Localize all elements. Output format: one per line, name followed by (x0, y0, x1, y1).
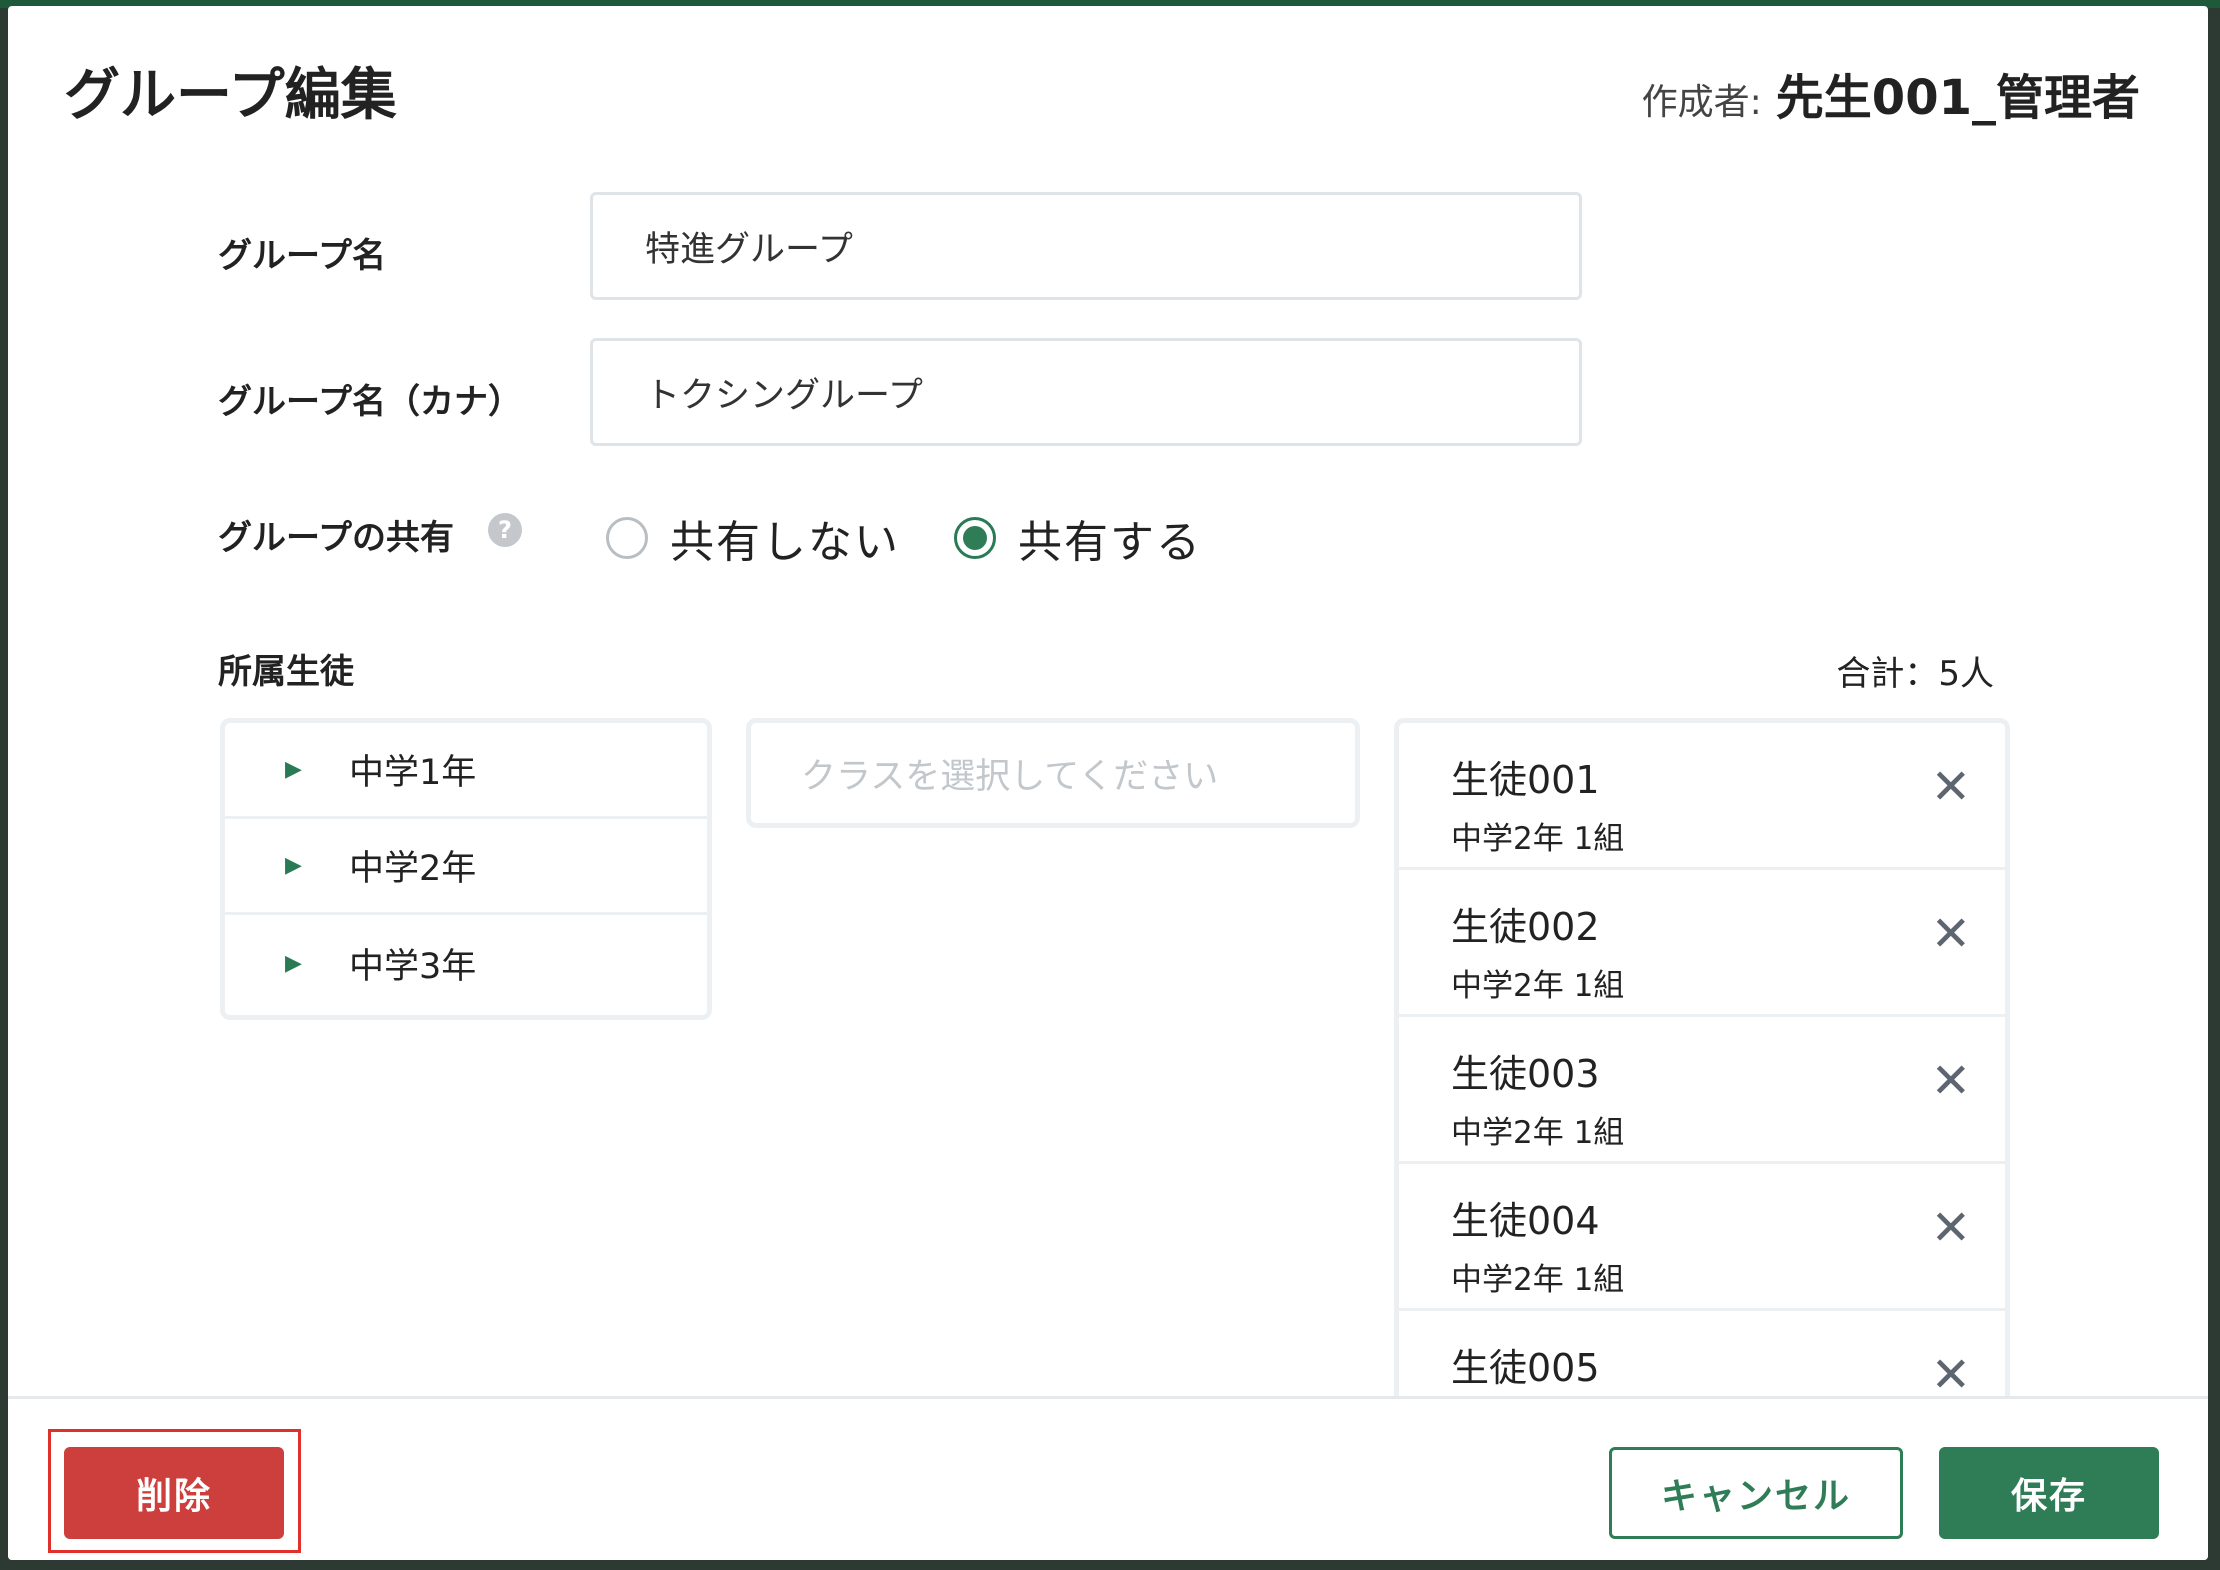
student-name: 生徒003 (1451, 1052, 1600, 1096)
student-row: 生徒003 中学2年 1組 ✕ (1399, 1017, 2005, 1164)
author-name: 先生001_管理者 (1775, 70, 2140, 126)
student-name: 生徒001 (1451, 758, 1600, 802)
tree-item-grade-3[interactable]: ▶ 中学3年 (225, 915, 707, 1011)
tree-item-label: 中学1年 (349, 753, 477, 793)
radio-selected-icon[interactable] (954, 517, 996, 559)
student-class: 中学2年 1組 (1451, 821, 1625, 857)
tree-item-grade-1[interactable]: ▶ 中学1年 (225, 723, 707, 819)
remove-student-close-icon[interactable]: ✕ (1931, 1204, 1971, 1252)
author-label: 作成者: (1641, 82, 1762, 123)
student-name: 生徒005 (1451, 1346, 1600, 1390)
expand-triangle-icon[interactable]: ▶ (285, 757, 349, 782)
share-off-radio[interactable]: 共有しない (606, 506, 900, 570)
remove-student-close-icon[interactable]: ✕ (1931, 763, 1971, 811)
radio-unselected-icon[interactable] (606, 517, 648, 559)
dialog-footer: 削除 キャンセル 保存 (8, 1396, 2208, 1560)
delete-button[interactable]: 削除 (64, 1447, 284, 1539)
share-on-label[interactable]: 共有する (1018, 506, 1202, 570)
student-class: 中学2年 1組 (1451, 968, 1625, 1004)
group-edit-dialog: グループ編集 作成者: 先生001_管理者 グループ名 グループ名（カナ） グル… (8, 6, 2208, 1560)
student-row: 生徒004 中学2年 1組 ✕ (1399, 1164, 2005, 1311)
group-kana-label: グループ名（カナ） (218, 382, 522, 422)
student-row: 生徒002 中学2年 1組 ✕ (1399, 870, 2005, 1017)
remove-student-close-icon[interactable]: ✕ (1931, 1351, 1971, 1399)
student-name: 生徒002 (1451, 905, 1600, 949)
help-icon[interactable]: ? (488, 513, 522, 547)
author-info: 作成者: 先生001_管理者 (1642, 58, 2140, 128)
remove-student-close-icon[interactable]: ✕ (1931, 1057, 1971, 1105)
expand-triangle-icon[interactable]: ▶ (285, 853, 349, 878)
student-class: 中学2年 1組 (1451, 1115, 1625, 1151)
cancel-button[interactable]: キャンセル (1609, 1447, 1903, 1539)
student-row: 生徒005 中学2年 1組 ✕ (1399, 1311, 2005, 1402)
group-name-input[interactable] (590, 192, 1582, 300)
group-name-label: グループ名 (218, 236, 386, 276)
group-share-label: グループの共有 (218, 518, 454, 558)
student-class: 中学2年 1組 (1451, 1262, 1625, 1298)
share-off-label[interactable]: 共有しない (670, 506, 900, 570)
tree-item-grade-2[interactable]: ▶ 中学2年 (225, 819, 707, 915)
grade-tree: ▶ 中学1年 ▶ 中学2年 ▶ 中学3年 (220, 718, 712, 1020)
student-row: 生徒001 中学2年 1組 ✕ (1399, 723, 2005, 870)
class-select-placeholder[interactable]: クラスを選択してください (746, 718, 1360, 828)
group-kana-input[interactable] (590, 338, 1582, 446)
dialog-title: グループ編集 (64, 63, 397, 128)
tree-item-label: 中学2年 (349, 849, 477, 889)
save-button[interactable]: 保存 (1939, 1447, 2159, 1539)
student-name: 生徒004 (1451, 1199, 1600, 1243)
expand-triangle-icon[interactable]: ▶ (285, 951, 349, 976)
members-label: 所属生徒 (218, 652, 354, 692)
share-on-radio[interactable]: 共有する (954, 506, 1202, 570)
remove-student-close-icon[interactable]: ✕ (1931, 910, 1971, 958)
members-total: 合計：5人 (1836, 654, 1994, 694)
tree-item-label: 中学3年 (349, 946, 477, 987)
student-list[interactable]: 生徒001 中学2年 1組 ✕ 生徒002 中学2年 1組 ✕ 生徒003 中学… (1394, 718, 2010, 1402)
